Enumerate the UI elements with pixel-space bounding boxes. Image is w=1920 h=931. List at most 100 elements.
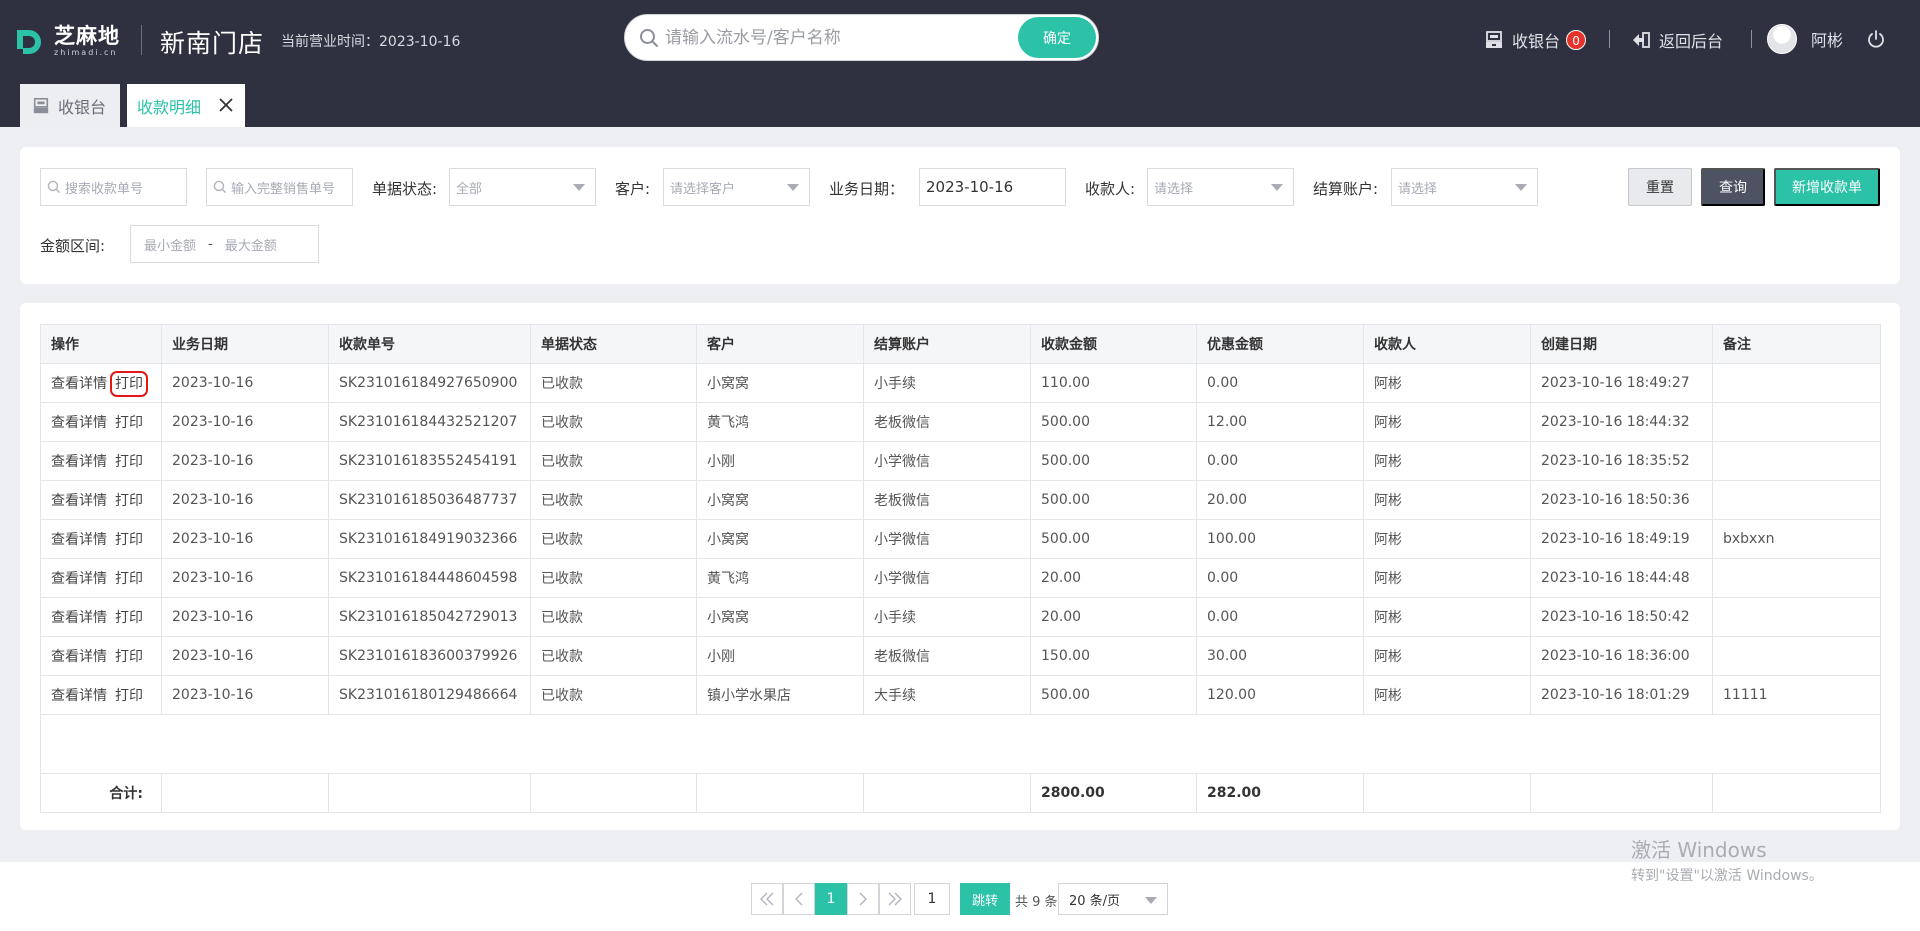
cell-discount: 30.00: [1196, 636, 1364, 676]
reset-button[interactable]: 重置: [1628, 168, 1692, 206]
filter-panel: 搜索收款单号 输入完整销售单号 单据状态: 全部 客户: 请选择客户 业务日期：…: [20, 147, 1900, 284]
view-detail-link[interactable]: 查看详情: [51, 610, 107, 626]
cell-date: 2023-10-16: [161, 519, 329, 559]
prev-page-button[interactable]: [783, 883, 815, 915]
column-header: 备注: [1712, 324, 1881, 364]
total-amount: 2800.00: [1030, 773, 1197, 813]
back-to-admin-link[interactable]: 返回后台: [1631, 28, 1723, 52]
cell-created: 2023-10-16 18:49:27: [1530, 363, 1713, 403]
cell-no: SK231016183552454191: [328, 441, 531, 481]
view-detail-link[interactable]: 查看详情: [51, 454, 107, 470]
print-link[interactable]: 打印: [115, 454, 143, 470]
view-detail-link[interactable]: 查看详情: [51, 376, 107, 392]
jump-button[interactable]: 跳转: [960, 883, 1010, 915]
customer-select[interactable]: 请选择客户: [663, 168, 810, 206]
payee-select[interactable]: 请选择: [1147, 168, 1294, 206]
add-receipt-button[interactable]: 新增收款单: [1774, 168, 1880, 206]
sales-no-search-field[interactable]: 输入完整销售单号: [206, 168, 353, 206]
logout-button[interactable]: [1866, 29, 1886, 49]
row-actions: 查看详情 打印: [40, 558, 162, 598]
cell-customer: 镇小学水果店: [696, 675, 864, 715]
cell-payee: 阿彬: [1363, 675, 1531, 715]
cell-account: 小学微信: [863, 558, 1031, 598]
column-header: 收款单号: [328, 324, 531, 364]
print-link[interactable]: 打印: [110, 371, 148, 397]
chevron-right-icon: [859, 892, 868, 906]
first-page-button[interactable]: [751, 883, 783, 915]
print-link[interactable]: 打印: [115, 571, 143, 587]
view-detail-link[interactable]: 查看详情: [51, 493, 107, 509]
last-page-button[interactable]: [879, 883, 911, 915]
total-label: 合计:: [40, 773, 162, 813]
cell-status: 已收款: [530, 441, 697, 481]
page-size-select[interactable]: 20 条/页: [1058, 883, 1168, 915]
close-icon[interactable]: [217, 96, 235, 114]
logo[interactable]: 芝麻地 zhimadi.cn: [14, 26, 120, 57]
view-detail-link[interactable]: 查看详情: [51, 415, 107, 431]
empty-cell: [40, 714, 1881, 774]
view-detail-link[interactable]: 查看详情: [51, 688, 107, 704]
column-header: 收款人: [1363, 324, 1531, 364]
cell-note: [1712, 441, 1881, 481]
query-button[interactable]: 查询: [1701, 168, 1765, 206]
view-detail-link[interactable]: 查看详情: [51, 571, 107, 587]
status-select[interactable]: 全部: [449, 168, 596, 206]
cell-status: 已收款: [530, 480, 697, 520]
next-page-button[interactable]: [847, 883, 879, 915]
cell-no: SK231016184927650900: [328, 363, 531, 403]
print-link[interactable]: 打印: [115, 493, 143, 509]
date-picker[interactable]: 2023-10-16: [919, 168, 1066, 206]
max-amount-placeholder[interactable]: 最大金额: [225, 235, 277, 254]
cell-note: [1712, 363, 1881, 403]
search-input[interactable]: [665, 23, 995, 53]
user-menu[interactable]: 阿彬: [1767, 24, 1843, 54]
cell-discount: 0.00: [1196, 441, 1364, 481]
print-link[interactable]: 打印: [115, 649, 143, 665]
row-actions: 查看详情 打印: [40, 363, 162, 403]
column-header: 客户: [696, 324, 864, 364]
back-icon: [1633, 32, 1650, 48]
table-header-row: 操作 业务日期 收款单号 单据状态 客户 结算账户 收款金额 优惠金额 收款人 …: [40, 324, 1881, 364]
table-row: 查看详情 打印 2023-10-16 SK231016184927650900 已收款小…: [40, 363, 1881, 403]
cell-status: 已收款: [530, 636, 697, 676]
back-label: 返回后台: [1659, 32, 1724, 51]
row-actions: 查看详情 打印: [40, 441, 162, 481]
cell-payee: 阿彬: [1363, 558, 1531, 598]
cell-note: bxbxxn: [1712, 519, 1881, 559]
top-bar: 芝麻地 zhimadi.cn 新南门店 当前营业时间：2023-10-16 确定…: [0, 0, 1920, 127]
tab-label: 收银台: [58, 97, 107, 117]
cell-created: 2023-10-16 18:44:48: [1530, 558, 1713, 598]
print-link[interactable]: 打印: [115, 688, 143, 704]
cell-amount: 500.00: [1030, 675, 1197, 715]
search-confirm-button[interactable]: 确定: [1018, 17, 1096, 58]
tab-cashier[interactable]: 收银台: [20, 84, 120, 127]
view-detail-link[interactable]: 查看详情: [51, 649, 107, 665]
cell-payee: 阿彬: [1363, 519, 1531, 559]
total-empty-cell: [1363, 773, 1531, 813]
cell-date: 2023-10-16: [161, 363, 329, 403]
business-time: 当前营业时间：2023-10-16: [281, 34, 461, 50]
print-link[interactable]: 打印: [115, 610, 143, 626]
cashier-link[interactable]: 收银台 0: [1484, 28, 1587, 52]
jump-page-input[interactable]: 1: [914, 883, 950, 915]
logo-name: 芝麻地: [54, 24, 120, 48]
cell-note: [1712, 480, 1881, 520]
tab-receipt-detail[interactable]: 收款明细: [127, 84, 245, 127]
cell-payee: 阿彬: [1363, 363, 1531, 403]
cell-date: 2023-10-16: [161, 636, 329, 676]
cashier-icon: [1486, 31, 1502, 48]
page-number-button[interactable]: 1: [815, 883, 847, 915]
cell-no: SK231016184432521207: [328, 402, 531, 442]
account-select[interactable]: 请选择: [1391, 168, 1538, 206]
cell-date: 2023-10-16: [161, 675, 329, 715]
view-detail-link[interactable]: 查看详情: [51, 532, 107, 548]
total-empty-cell: [328, 773, 531, 813]
cell-discount: 0.00: [1196, 558, 1364, 598]
print-link[interactable]: 打印: [115, 532, 143, 548]
min-amount-placeholder[interactable]: 最小金额: [144, 235, 196, 254]
print-link[interactable]: 打印: [115, 415, 143, 431]
cell-amount: 110.00: [1030, 363, 1197, 403]
receipt-no-search-field[interactable]: 搜索收款单号: [40, 168, 187, 206]
cell-discount: 20.00: [1196, 480, 1364, 520]
amount-range-field[interactable]: 最小金额 - 最大金额: [130, 225, 319, 263]
